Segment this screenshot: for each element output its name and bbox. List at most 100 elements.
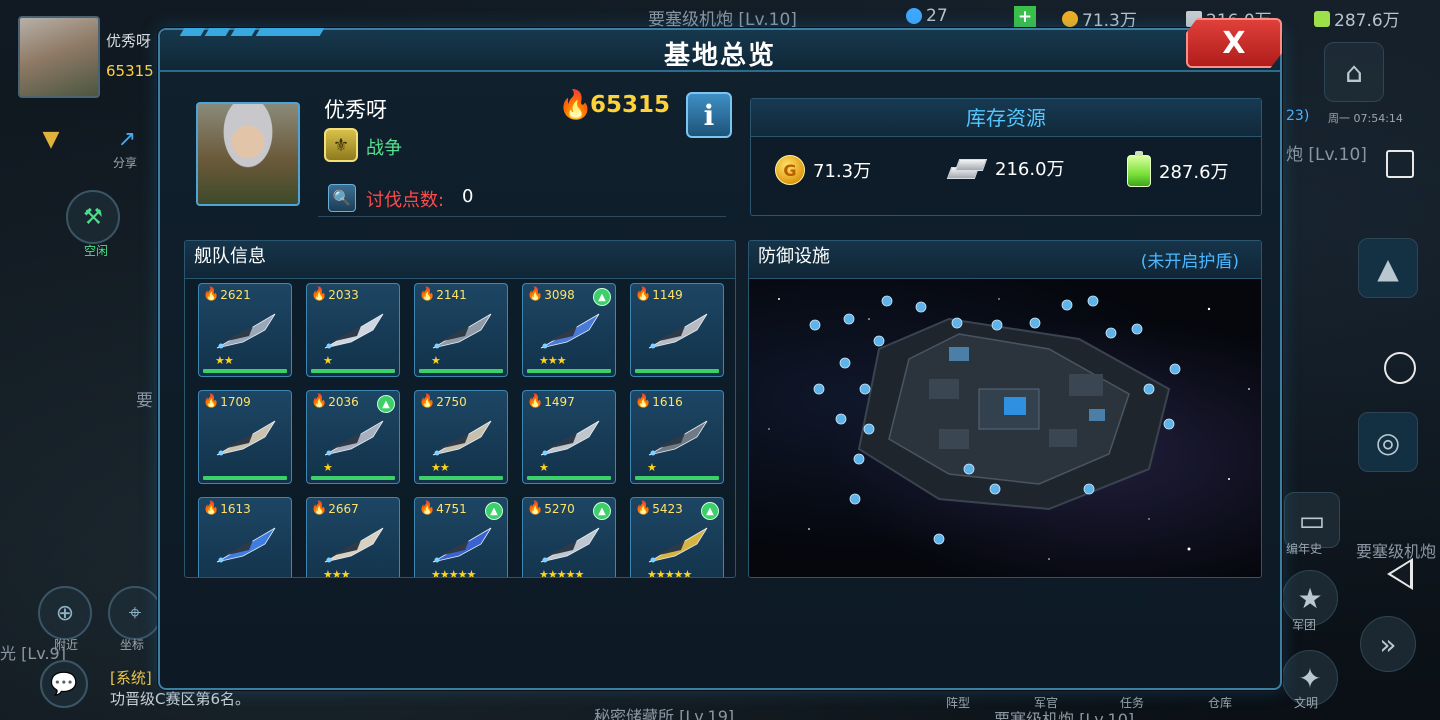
- bottom-building-text: 秘密储藏所 [Lv.19]: [594, 707, 735, 720]
- storage-gold: G 71.3万: [775, 155, 871, 185]
- ship-card[interactable]: 🔥 2750 ★★: [414, 390, 508, 484]
- ship-stars: ★: [431, 354, 441, 367]
- coords-label: 坐标: [120, 638, 145, 652]
- ship-health-bar: [527, 369, 611, 373]
- magnifier-icon[interactable]: 🔍: [328, 184, 356, 212]
- ship-card[interactable]: 🔥 2621 ★★: [198, 283, 292, 377]
- energy-battery-icon: [1127, 151, 1151, 187]
- space-station-illustration: [768, 295, 1250, 560]
- ship-stars: ★★: [215, 354, 234, 367]
- home-circle-icon[interactable]: [1384, 352, 1416, 384]
- ship-power: 🔥 2621: [203, 287, 251, 302]
- spaceship-icon: [648, 313, 708, 349]
- spaceship-icon: [216, 420, 276, 456]
- ship-power: 🔥 2667: [311, 501, 359, 516]
- close-button[interactable]: X: [1186, 18, 1282, 68]
- ship-card[interactable]: 🔥 1497 ★: [522, 390, 616, 484]
- ship-stars: ★: [539, 461, 549, 474]
- spaceship-icon: [648, 527, 708, 563]
- left-mid-text: 要: [136, 391, 153, 411]
- formation-label: 阵型: [946, 696, 971, 710]
- base-defense-view[interactable]: [749, 279, 1261, 577]
- ship-health-bar: [635, 369, 719, 373]
- flame-icon: 🔥: [419, 287, 436, 302]
- chat-icon[interactable]: 💬: [40, 660, 88, 708]
- conquest-points-label: 讨伐点数:: [366, 190, 445, 211]
- spaceship-icon: [648, 420, 708, 456]
- player-avatar[interactable]: [196, 102, 300, 206]
- home-icon[interactable]: ⌂: [1324, 42, 1384, 102]
- info-button[interactable]: i: [686, 92, 732, 138]
- shield-status[interactable]: (未开启护盾): [1141, 247, 1239, 272]
- ship-power-value: 1613: [220, 501, 251, 516]
- ship-card[interactable]: 🔥 1616 ★: [630, 390, 724, 484]
- spaceship-icon: [540, 313, 600, 349]
- legion-label: 军团: [1292, 618, 1317, 632]
- crosshair-icon[interactable]: ⊕: [38, 586, 92, 640]
- ship-power: 🔥 4751: [419, 501, 467, 516]
- ship-power-value: 1497: [544, 394, 575, 409]
- ship-card[interactable]: 🔥 1709: [198, 390, 292, 484]
- flame-icon: 🔥: [527, 394, 544, 409]
- ship-power: 🔥 1616: [635, 394, 683, 409]
- ship-power: 🔥 2750: [419, 394, 467, 409]
- ship-card[interactable]: 🔥 1613: [198, 497, 292, 577]
- background-player-power: 65315: [106, 62, 154, 80]
- back-triangle-icon[interactable]: [1387, 558, 1413, 590]
- spaceship-icon: [540, 527, 600, 563]
- ship-card[interactable]: 🔥 1149: [630, 283, 724, 377]
- ship-power: 🔥 5423: [635, 501, 683, 516]
- hammer-icon[interactable]: ⚒: [66, 190, 120, 244]
- ship-stars: ★★★: [539, 354, 567, 367]
- storage-metal-value: 216.0万: [995, 159, 1065, 180]
- ship-power: 🔥 2141: [419, 287, 467, 302]
- ship-stars: ★★: [431, 461, 450, 474]
- ship-power-value: 1616: [652, 394, 683, 409]
- gold-coin-icon: G: [775, 155, 805, 185]
- flame-icon: 🔥: [635, 287, 652, 302]
- ship-card[interactable]: 🔥 5270 ★★★★★ ▲: [522, 497, 616, 577]
- ship-power: 🔥 3098: [527, 287, 575, 302]
- storage-energy-value: 287.6万: [1159, 162, 1229, 183]
- fast-forward-icon[interactable]: »: [1360, 616, 1416, 672]
- flame-icon: 🔥: [419, 394, 436, 409]
- plus-icon: +: [1014, 6, 1036, 28]
- upgrade-arrow-icon: ▲: [701, 502, 719, 520]
- spaceship-icon: [324, 313, 384, 349]
- upgrade-arrow-icon: ▲: [377, 395, 395, 413]
- ship-power-value: 3098: [544, 287, 575, 302]
- upgrade-arrow-icon: ▲: [593, 288, 611, 306]
- inbox-icon[interactable]: ▼: [24, 112, 78, 166]
- ship-card[interactable]: 🔥 2033 ★: [306, 283, 400, 377]
- background-player-name: 优秀呀: [106, 32, 152, 50]
- location-pin-icon[interactable]: ⌖: [108, 586, 162, 640]
- player-power: 65315: [590, 92, 671, 118]
- player-name: 优秀呀: [324, 98, 387, 122]
- ship-card[interactable]: 🔥 5423 ★★★★★ ▲: [630, 497, 724, 578]
- ship-power-value: 2141: [436, 287, 467, 302]
- ship-power-value: 5270: [544, 501, 575, 516]
- ship-stars: ★★★★★: [647, 568, 692, 578]
- gold-icon: [1062, 10, 1078, 27]
- ship-card[interactable]: 🔥 3098 ★★★ ▲: [522, 283, 616, 377]
- recent-apps-icon[interactable]: [1386, 150, 1414, 178]
- civ-label: 文明: [1294, 696, 1319, 710]
- upgrade-arrow-icon: ▲: [485, 502, 503, 520]
- upgrade-arrow-icon: ▲: [593, 502, 611, 520]
- ship-card[interactable]: 🔥 4751 ★★★★★ ▲: [414, 497, 508, 577]
- ship-card[interactable]: 🔥 2036 ★ ▲: [306, 390, 400, 484]
- task-label: 任务: [1120, 696, 1145, 710]
- ship-card[interactable]: 🔥 2667 ★★★: [306, 497, 400, 578]
- add-gems-button[interactable]: +: [1014, 6, 1036, 28]
- fleet-title: 舰队信息: [185, 241, 735, 279]
- ship-stars: ★★★: [323, 568, 351, 578]
- ship-card[interactable]: 🔥 2141 ★: [414, 283, 508, 377]
- flame-icon: 🔥: [203, 501, 220, 516]
- ship-power: 🔥 1497: [527, 394, 575, 409]
- ship-power-value: 1149: [652, 287, 683, 302]
- spaceship-icon: [540, 420, 600, 456]
- system-tag: [系统]: [110, 669, 152, 687]
- background-player-avatar[interactable]: [18, 16, 100, 98]
- conquest-points-value: 0: [462, 186, 474, 207]
- ship-power-value: 4751: [436, 501, 467, 516]
